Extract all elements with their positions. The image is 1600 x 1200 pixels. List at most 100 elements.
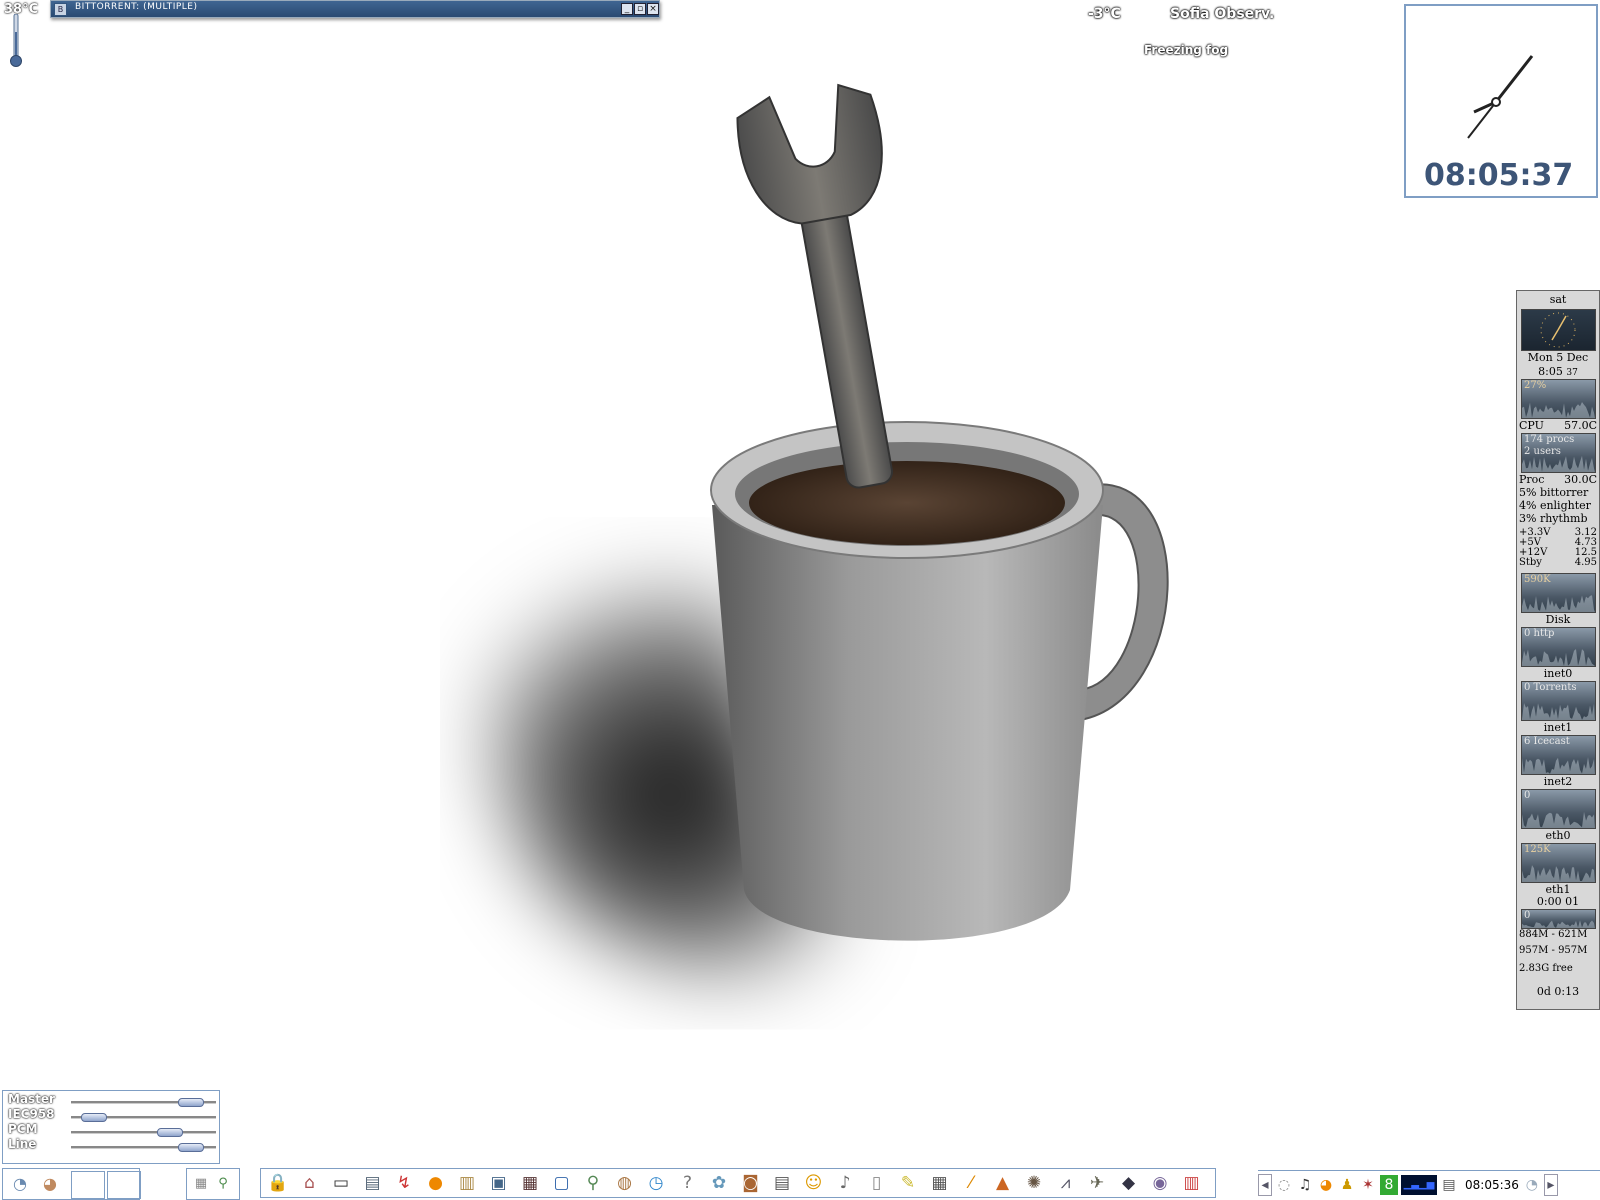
scroll-right-icon[interactable]: ▸ xyxy=(1543,1174,1558,1196)
bittorrent-tray-icon[interactable]: ✶ xyxy=(1359,1175,1377,1195)
slider-knob[interactable] xyxy=(178,1098,204,1107)
chart-icon[interactable]: ⩘ xyxy=(1053,1171,1079,1195)
gk-misc-chart: 0 xyxy=(1521,909,1596,929)
iec958-volume-slider[interactable] xyxy=(71,1113,216,1122)
firefox-icon[interactable]: ◕ xyxy=(1317,1175,1335,1195)
cd-icon[interactable]: ◉ xyxy=(1147,1171,1173,1195)
window-title: BitTorrent: (multiple) xyxy=(75,2,198,12)
thermometer-widget: 38°C xyxy=(4,2,44,68)
minimize-button[interactable]: _ xyxy=(621,3,633,15)
gk-eth1-chart: 125K xyxy=(1521,843,1596,883)
scroll-left-icon[interactable]: ◂ xyxy=(1258,1174,1272,1196)
close-button[interactable]: × xyxy=(647,3,659,15)
gk-misc-chart-label: 0 xyxy=(1524,910,1531,921)
matlab-icon[interactable]: ▲ xyxy=(990,1171,1016,1195)
package-icon[interactable]: ◙ xyxy=(738,1171,764,1195)
gk-hostname: sat xyxy=(1549,293,1567,306)
calendar-icon[interactable]: ▦ xyxy=(927,1171,953,1195)
desktop-pager: ◔ ◕ xyxy=(2,1168,141,1200)
master-volume-slider[interactable] xyxy=(71,1098,216,1107)
gimp-icon[interactable]: ✺ xyxy=(1021,1171,1047,1195)
gk-uptime: 0d 0:13 xyxy=(1536,985,1580,998)
gk-time-sec: 37 xyxy=(1566,368,1578,378)
video-icon[interactable]: ▦ xyxy=(517,1171,543,1195)
clock-tray-icon[interactable]: ◔ xyxy=(1523,1175,1541,1195)
bittorrent-window-titlebar[interactable]: B BitTorrent: (multiple) _ ▫ × xyxy=(50,0,660,18)
desktop-1[interactable] xyxy=(71,1171,105,1199)
image-viewer-icon[interactable]: ▣ xyxy=(486,1171,512,1195)
network-icon[interactable]: ◍ xyxy=(612,1171,638,1195)
gk-inet2-label: inet2 xyxy=(1543,775,1573,788)
mixer-label: IEC958 xyxy=(8,1107,55,1121)
line-volume-slider[interactable] xyxy=(71,1143,216,1152)
chat-icon[interactable]: ☺ xyxy=(801,1171,827,1195)
green-app-icon[interactable]: 8 xyxy=(1380,1175,1398,1195)
gk-proc-row: Proc 30.0C xyxy=(1519,473,1597,486)
gk-top-proc-2: 4% enlighter xyxy=(1519,499,1591,512)
gk-proc-label: Proc xyxy=(1519,473,1545,486)
gk-cpu-chart: 27% xyxy=(1521,379,1596,419)
archive-icon[interactable]: ▥ xyxy=(454,1171,480,1195)
clock-hands-icon xyxy=(1467,55,1534,139)
search-icon[interactable]: ⚲ xyxy=(580,1171,606,1195)
gk-inet1-chart-label: 0 Torrents xyxy=(1524,682,1577,693)
help-icon[interactable]: ? xyxy=(675,1171,701,1195)
pager-app-icon[interactable]: ◕ xyxy=(37,1172,63,1196)
terminal-icon[interactable]: ▭ xyxy=(328,1171,354,1195)
slider-knob[interactable] xyxy=(157,1128,183,1137)
gk-disk-chart-label: 590K xyxy=(1524,574,1551,585)
tools-box: ▦ ⚲ xyxy=(186,1168,240,1200)
lock-icon[interactable]: 🔒 xyxy=(265,1171,291,1195)
tool-icon[interactable]: ▦ xyxy=(191,1172,211,1196)
pdf-icon[interactable]: ↯ xyxy=(391,1171,417,1195)
gk-voltage-row: Stby 4.95 xyxy=(1519,557,1597,568)
slider-knob[interactable] xyxy=(178,1143,204,1152)
gk-cpu-row: CPU 57.0C xyxy=(1519,419,1597,432)
digital-clock-time: 08:05:37 xyxy=(1424,158,1574,193)
network-monitor-icon[interactable]: ▁▃▁▅ xyxy=(1401,1175,1437,1195)
gk-procs-label: 174 procs xyxy=(1524,434,1575,445)
orange-app-icon[interactable]: ● xyxy=(423,1171,449,1195)
system-tray: ◂ ◌ ♫ ◕ ♟ ✶ 8 ▁▃▁▅ ▤ 08:05:36 ◔ ▸ xyxy=(1258,1170,1600,1199)
gk-inet2-chart: 6 Icecast xyxy=(1521,735,1596,775)
kde-icon[interactable]: ✿ xyxy=(706,1171,732,1195)
gk-inet1-chart: 0 Torrents xyxy=(1521,681,1596,721)
music-note-icon[interactable]: ♫ xyxy=(1296,1175,1314,1195)
gkrellm-panel: sat Mon 5 Dec 8:05 37 27% CPU 57.0C 174 … xyxy=(1516,290,1600,1010)
pager-app-icon[interactable]: ◔ xyxy=(7,1172,33,1196)
pencil-icon[interactable]: ⁄ xyxy=(958,1171,984,1195)
gk-inet0-label: inet0 xyxy=(1543,667,1573,680)
user-icon[interactable]: ♟ xyxy=(1338,1175,1356,1195)
eye-icon[interactable]: ◆ xyxy=(1116,1171,1142,1195)
gk-time: 8:05 37 xyxy=(1519,365,1597,378)
gk-procs-chart: 174 procs 2 users xyxy=(1521,433,1596,473)
desktop-2[interactable] xyxy=(107,1171,141,1199)
trash-icon[interactable]: ▥ xyxy=(1179,1171,1205,1195)
chart-activity-trace xyxy=(1522,920,1595,928)
gk-top-proc-1: 5% bittorrer xyxy=(1519,486,1589,499)
notes-icon[interactable]: ✎ xyxy=(895,1171,921,1195)
music-icon[interactable]: ♪ xyxy=(832,1171,858,1195)
gk-mem: 884M - 621M xyxy=(1519,929,1588,940)
gk-swap: 957M - 957M xyxy=(1519,945,1588,956)
magnifier-icon[interactable]: ⚲ xyxy=(213,1172,233,1196)
display-icon[interactable]: ▤ xyxy=(1440,1175,1458,1195)
pcm-volume-slider[interactable] xyxy=(71,1128,216,1137)
weather-temperature: -3°C xyxy=(1088,6,1121,22)
disc-icon[interactable]: ◌ xyxy=(1275,1175,1293,1195)
text-editor-icon[interactable]: ▤ xyxy=(769,1171,795,1195)
slider-knob[interactable] xyxy=(81,1113,107,1122)
file-manager-icon[interactable]: ▤ xyxy=(360,1171,386,1195)
document-icon[interactable]: ▯ xyxy=(864,1171,890,1195)
gk-proc-temp: 30.0C xyxy=(1564,473,1597,486)
screen-icon[interactable]: ▢ xyxy=(549,1171,575,1195)
clock-app-icon[interactable]: ◷ xyxy=(643,1171,669,1195)
gk-cpu-label: CPU xyxy=(1519,419,1544,432)
home-icon[interactable]: ⌂ xyxy=(297,1171,323,1195)
plane-icon[interactable]: ✈ xyxy=(1084,1171,1110,1195)
maximize-button[interactable]: ▫ xyxy=(634,3,646,15)
gk-eth0-label: eth0 xyxy=(1545,829,1571,842)
tray-clock[interactable]: 08:05:36 xyxy=(1465,1178,1519,1192)
gk-date: Mon 5 Dec xyxy=(1527,351,1589,364)
gk-top-proc-3: 3% rhythmb xyxy=(1519,512,1588,525)
